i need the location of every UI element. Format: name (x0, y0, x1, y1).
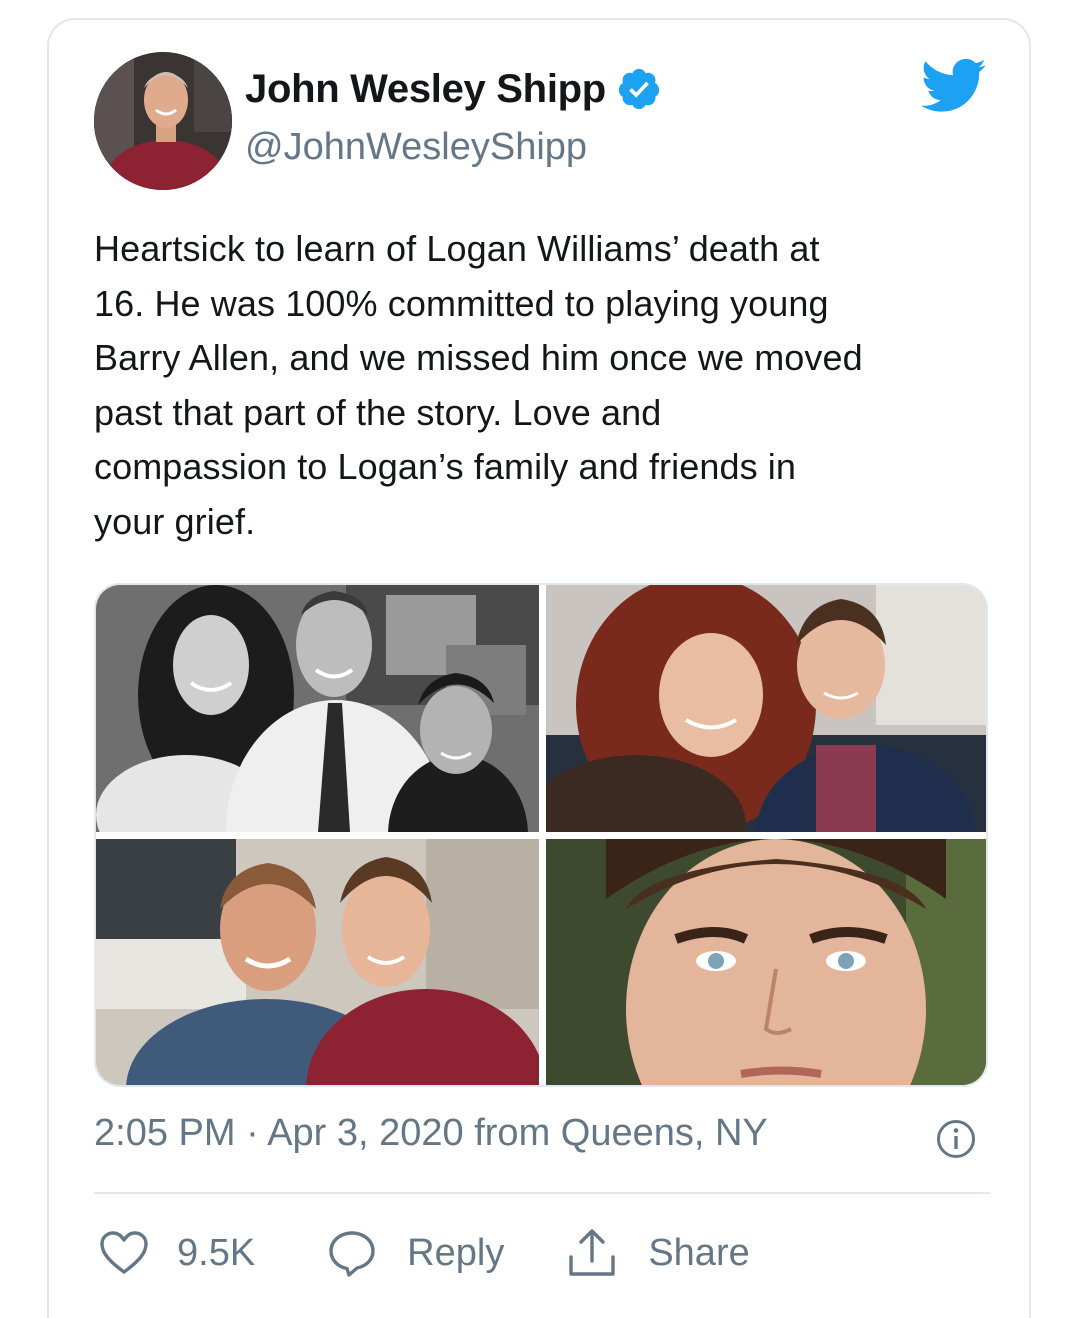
speech-bubble-icon (329, 1231, 375, 1277)
tweet-text-line: Barry Allen, and we missed him once we m… (94, 337, 863, 379)
share-upload-icon (569, 1229, 616, 1276)
heart-icon (100, 1231, 148, 1274)
author-name[interactable]: John Wesley Shipp (245, 67, 606, 112)
tweet-text-line: past that part of the story. Love and (94, 391, 662, 433)
photo-man-boy[interactable] (96, 839, 539, 1085)
like-count: 9.5K (177, 1231, 256, 1274)
photo-color-woman-boy[interactable] (546, 585, 986, 832)
verified-badge-icon (618, 68, 660, 110)
tweet-text-line: Heartsick to learn of Logan Williams’ de… (94, 228, 820, 269)
share-label: Share (648, 1231, 750, 1274)
avatar[interactable] (94, 52, 232, 190)
author-handle[interactable]: @JohnWesleyShipp (245, 126, 587, 169)
tweet-text: Heartsick to learn of Logan Williams’ de… (94, 222, 994, 550)
twitter-bird-icon[interactable] (921, 58, 987, 114)
author-row: John Wesley Shipp (245, 66, 662, 112)
photo-grid (94, 583, 988, 1087)
tweet-text-line: 16. He was 100% committed to playing you… (94, 282, 829, 324)
like-button[interactable]: 9.5K (99, 1230, 255, 1276)
action-bar: 9.5K Reply Share (99, 1223, 750, 1283)
tweet-card: John Wesley Shipp @JohnWesleyShipp Heart… (47, 18, 1031, 1318)
tweet-text-line: compassion to Logan’s family and friends… (94, 446, 797, 488)
info-icon[interactable] (936, 1119, 976, 1159)
tweet-timestamp[interactable]: 2:05 PM · Apr 3, 2020 from Queens, NY (94, 1112, 768, 1155)
reply-label: Reply (407, 1231, 505, 1274)
divider (94, 1192, 990, 1194)
reply-button[interactable]: Reply (327, 1229, 504, 1277)
share-button[interactable]: Share (566, 1227, 750, 1279)
tweet-text-line: your grief. (94, 500, 256, 542)
photo-headshot[interactable] (546, 839, 986, 1085)
photo-bw-group[interactable] (96, 585, 539, 832)
